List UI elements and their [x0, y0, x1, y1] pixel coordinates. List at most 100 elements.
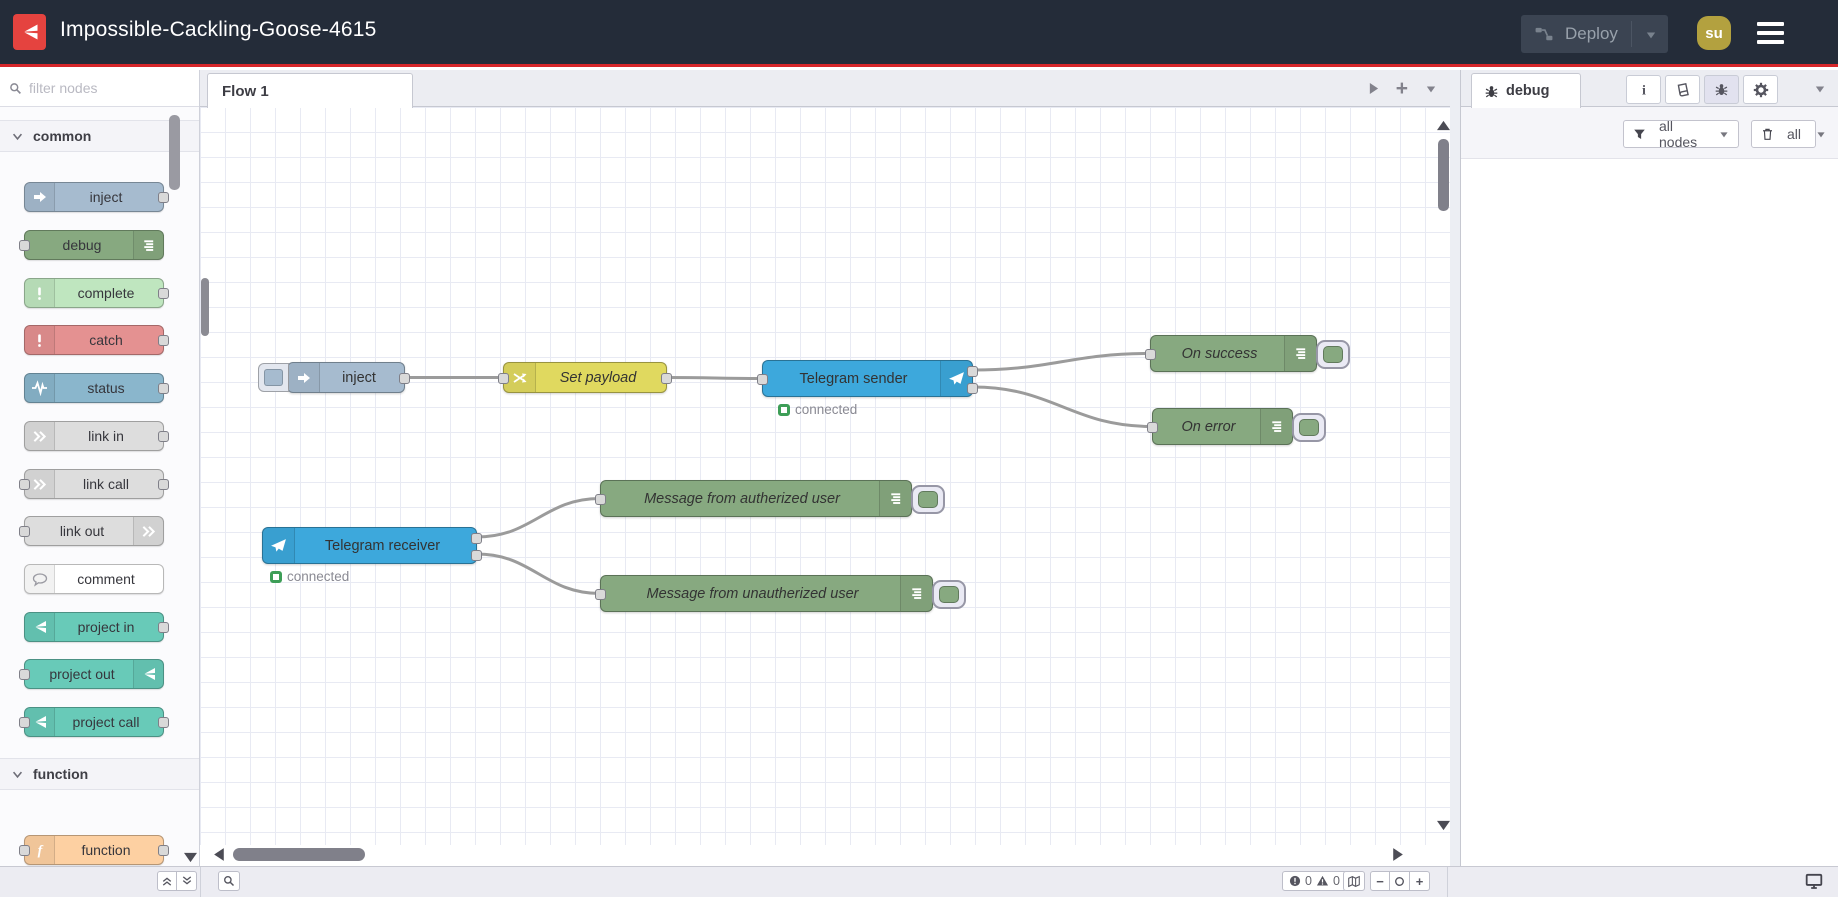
palette-node-status[interactable]: status — [24, 373, 169, 403]
sidebar-splitter[interactable] — [1450, 70, 1460, 866]
flow-node-telegram-sender[interactable]: Telegram sender — [757, 360, 978, 397]
wire[interactable] — [972, 352, 1151, 372]
node-output-port-1[interactable] — [967, 365, 978, 377]
node-input-port[interactable] — [19, 526, 30, 537]
tab-scroll-right-icon[interactable] — [1368, 82, 1379, 95]
zoom-reset-button[interactable] — [1390, 871, 1410, 891]
node-output-port[interactable] — [661, 373, 672, 384]
node-input-port[interactable] — [1145, 349, 1156, 360]
node-input-port[interactable] — [19, 845, 30, 856]
flow-node-msg-authorized[interactable]: Message from autherized user — [595, 480, 945, 517]
sidebar-menu-chevron-icon[interactable] — [1814, 84, 1826, 94]
zoom-out-button[interactable]: − — [1370, 871, 1390, 891]
deploy-icon — [1535, 25, 1553, 43]
debug-enable-toggle[interactable] — [911, 485, 945, 514]
palette-category-function[interactable]: function — [0, 758, 199, 790]
debug-clear-button[interactable]: all — [1751, 120, 1825, 148]
node-input-port[interactable] — [19, 669, 30, 680]
canvas-vscrollbar-thumb[interactable] — [1438, 139, 1449, 211]
wire[interactable] — [666, 376, 763, 380]
flow-issue-counts[interactable]: 0 0 — [1282, 871, 1347, 891]
flow-node-on-error[interactable]: On error — [1147, 408, 1326, 445]
node-output-port[interactable] — [158, 192, 169, 203]
node-input-port[interactable] — [498, 373, 509, 384]
palette-node-debug[interactable]: debug — [19, 230, 164, 260]
palette-node-comment[interactable]: comment — [24, 564, 164, 594]
open-dashboard-monitor-icon[interactable] — [1804, 872, 1824, 890]
flow-canvas[interactable]: inject Set payload Telegram sender connecte… — [200, 107, 1450, 845]
zoom-in-button[interactable]: + — [1410, 871, 1430, 891]
palette-search[interactable]: filter nodes — [0, 70, 199, 107]
node-status-text: connected — [795, 402, 858, 417]
expand-all-categories-button[interactable] — [177, 871, 197, 891]
debug-messages-panel — [1461, 159, 1838, 866]
wire[interactable] — [476, 497, 601, 539]
wire[interactable] — [972, 385, 1153, 428]
node-input-port[interactable] — [595, 494, 606, 505]
collapse-all-categories-button[interactable] — [157, 871, 177, 891]
node-output-port[interactable] — [158, 335, 169, 346]
canvas-search-button[interactable] — [218, 871, 240, 891]
palette-scrollbar-thumb[interactable] — [169, 115, 180, 190]
flow-list-chevron-icon[interactable] — [1425, 84, 1437, 94]
palette-node-project-out[interactable]: project out — [19, 659, 164, 689]
canvas-hscrollbar-thumb[interactable] — [233, 848, 365, 861]
palette-node-link-call[interactable]: link call — [19, 469, 169, 499]
node-output-port[interactable] — [158, 622, 169, 633]
canvas-scroll-down-icon[interactable] — [1436, 819, 1451, 832]
node-output-port[interactable] — [158, 383, 169, 394]
sidebar-tab-debug-button[interactable] — [1704, 75, 1739, 104]
node-input-port[interactable] — [757, 374, 768, 385]
scrollbar-thumb[interactable] — [201, 278, 209, 336]
flow-node-set-payload[interactable]: Set payload — [498, 362, 672, 393]
node-input-port[interactable] — [19, 479, 30, 490]
debug-enable-toggle[interactable] — [1292, 413, 1326, 442]
deploy-button[interactable]: Deploy — [1521, 15, 1668, 53]
palette-scroll-down-icon[interactable] — [183, 851, 198, 864]
palette-node-function[interactable]: f function — [19, 835, 169, 865]
debug-filter-button[interactable]: all nodes — [1623, 118, 1739, 150]
node-output-port[interactable] — [158, 845, 169, 856]
flow-node-msg-unauthorized[interactable]: Message from unautherized user — [595, 575, 966, 612]
sidebar-tab-info-button[interactable]: i — [1626, 75, 1661, 104]
palette-node-catch[interactable]: catch — [24, 325, 169, 355]
tab-flow-1[interactable]: Flow 1 — [207, 73, 413, 108]
palette-node-complete[interactable]: complete — [24, 278, 169, 308]
palette-node-link-out[interactable]: link out — [19, 516, 164, 546]
debug-enable-toggle[interactable] — [1316, 340, 1350, 369]
palette-node-inject[interactable]: inject — [24, 182, 169, 212]
node-label: Message from unautherized user — [646, 585, 859, 602]
tab-debug[interactable]: debug — [1471, 73, 1581, 108]
palette-node-link-in[interactable]: link in — [24, 421, 169, 451]
navigator-map-button[interactable] — [1343, 871, 1365, 891]
node-output-port[interactable] — [158, 479, 169, 490]
node-input-port[interactable] — [1147, 422, 1158, 433]
canvas-scroll-right-icon[interactable] — [1391, 847, 1404, 862]
add-flow-button[interactable]: + — [1396, 78, 1408, 99]
flow-node-inject[interactable]: inject — [258, 362, 410, 393]
deploy-options-chevron-icon[interactable] — [1645, 30, 1657, 40]
inject-trigger-button[interactable] — [258, 363, 289, 392]
node-output-port-1[interactable] — [471, 532, 482, 544]
node-output-port[interactable] — [158, 288, 169, 299]
sidebar-tab-help-button[interactable] — [1665, 75, 1700, 104]
node-output-port-2[interactable] — [471, 549, 482, 561]
main-menu-button[interactable] — [1757, 20, 1784, 47]
palette-node-project-in[interactable]: project in — [24, 612, 169, 642]
canvas-scroll-up-icon[interactable] — [1436, 119, 1451, 132]
flow-node-on-success[interactable]: On success — [1145, 335, 1350, 372]
node-input-port[interactable] — [19, 717, 30, 728]
wire[interactable] — [476, 552, 601, 595]
user-avatar[interactable]: su — [1697, 16, 1731, 50]
node-output-port-2[interactable] — [967, 382, 978, 394]
node-output-port[interactable] — [158, 717, 169, 728]
sidebar-tab-config-button[interactable] — [1743, 75, 1778, 104]
debug-enable-toggle[interactable] — [932, 580, 966, 609]
flow-node-telegram-receiver[interactable]: Telegram receiver — [262, 527, 482, 564]
node-output-port[interactable] — [158, 431, 169, 442]
node-input-port[interactable] — [595, 589, 606, 600]
palette-node-project-call[interactable]: project call — [19, 707, 169, 737]
canvas-scroll-left-icon[interactable] — [213, 847, 226, 862]
node-input-port[interactable] — [19, 240, 30, 251]
node-output-port[interactable] — [399, 373, 410, 384]
